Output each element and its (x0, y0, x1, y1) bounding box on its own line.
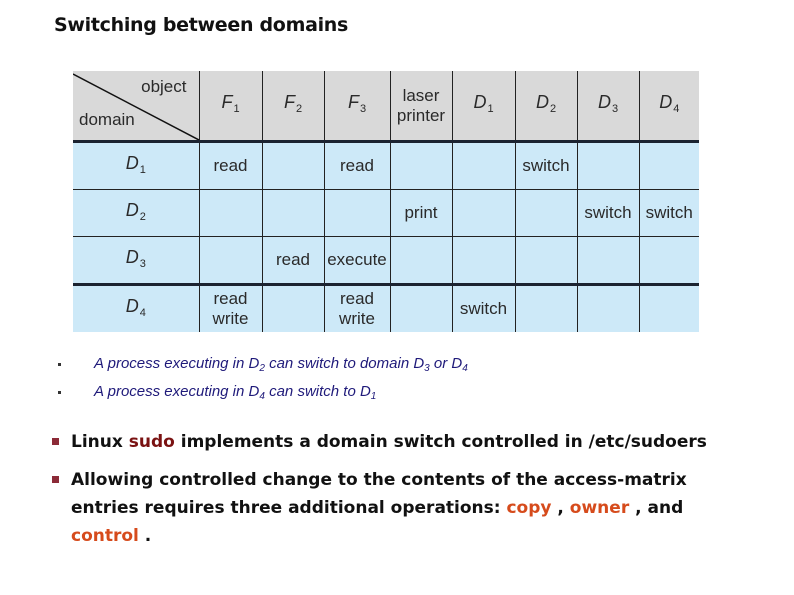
control-keyword: control (71, 526, 139, 546)
matrix-cell (198, 189, 262, 237)
matrix-cell (261, 283, 324, 332)
column-header-d3: D3 (576, 71, 639, 142)
row-header-domain: D1 (73, 140, 199, 190)
matrix-cell (576, 283, 639, 332)
bullet-square-icon (52, 438, 59, 445)
matrix-cell: execute (323, 236, 390, 285)
matrix-cell: switch (576, 189, 639, 237)
copy-keyword: copy (506, 498, 552, 518)
row-header-domain: D4 (73, 283, 199, 332)
matrix-row-d4: D4 read write read write switch (73, 283, 699, 332)
bullet-dot-icon (58, 391, 61, 394)
matrix-cell (389, 140, 452, 190)
domain-axis-label: domain (79, 110, 135, 129)
matrix-cell (514, 236, 577, 285)
matrix-cell (638, 283, 699, 332)
row-header-domain: D2 (73, 189, 199, 237)
matrix-cell (261, 140, 324, 190)
column-header-f3: F3 (323, 71, 390, 142)
matrix-cell: print (389, 189, 452, 237)
matrix-cell: switch (638, 189, 699, 237)
row-header-domain: D3 (73, 236, 199, 285)
matrix-cell (389, 283, 452, 332)
bullet-square-icon (52, 476, 59, 483)
sub-bullet-item: A process executing in D2 can switch to … (58, 352, 468, 380)
slide-title: Switching between domains (54, 14, 349, 36)
example-sub-bullet-list: A process executing in D2 can switch to … (58, 352, 468, 408)
matrix-cell (576, 236, 639, 285)
matrix-cell (451, 140, 515, 190)
matrix-row-d3: D3 read execute (73, 236, 699, 285)
bullet-dot-icon (58, 363, 61, 366)
matrix-cell: read (198, 140, 262, 190)
matrix-cell (389, 236, 452, 285)
sudo-keyword: sudo (128, 432, 175, 452)
access-matrix-table: object domain F1 F2 F3 laser printer D1 D… (73, 71, 699, 332)
matrix-row-d1: D1 read read switch (73, 140, 699, 190)
matrix-cell (576, 140, 639, 190)
column-header-f2: F2 (261, 71, 324, 142)
column-header-d1: D1 (451, 71, 515, 142)
matrix-cell (638, 140, 699, 190)
column-header-d4: D4 (638, 71, 699, 142)
owner-keyword: owner (569, 498, 630, 518)
matrix-cell (451, 189, 515, 237)
matrix-cell: read write (198, 283, 262, 332)
matrix-cell (451, 236, 515, 285)
matrix-cell: switch (514, 140, 577, 190)
matrix-cell: read write (323, 283, 390, 332)
object-axis-label: object (141, 77, 187, 96)
matrix-row-d2: D2 print switch switch (73, 189, 699, 237)
bullet-item-operations: Allowing controlled change to the conten… (52, 466, 752, 550)
matrix-cell (514, 283, 577, 332)
bullet-item-sudo: Linux sudo implements a domain switch co… (52, 428, 752, 456)
matrix-header-row: object domain F1 F2 F3 laser printer D1 D… (73, 71, 699, 142)
main-bullet-list: Linux sudo implements a domain switch co… (52, 428, 752, 560)
matrix-corner-cell: object domain (73, 71, 199, 142)
column-header-laser-printer: laser printer (389, 71, 452, 142)
matrix-cell (323, 189, 390, 237)
sub-bullet-item: A process executing in D4 can switch to … (58, 380, 468, 408)
matrix-cell (261, 189, 324, 237)
matrix-cell: read (323, 140, 390, 190)
matrix-cell (198, 236, 262, 285)
matrix-cell (638, 236, 699, 285)
column-header-f1: F1 (198, 71, 262, 142)
column-header-d2: D2 (514, 71, 577, 142)
matrix-cell (514, 189, 577, 237)
matrix-cell: read (261, 236, 324, 285)
matrix-cell: switch (451, 283, 515, 332)
